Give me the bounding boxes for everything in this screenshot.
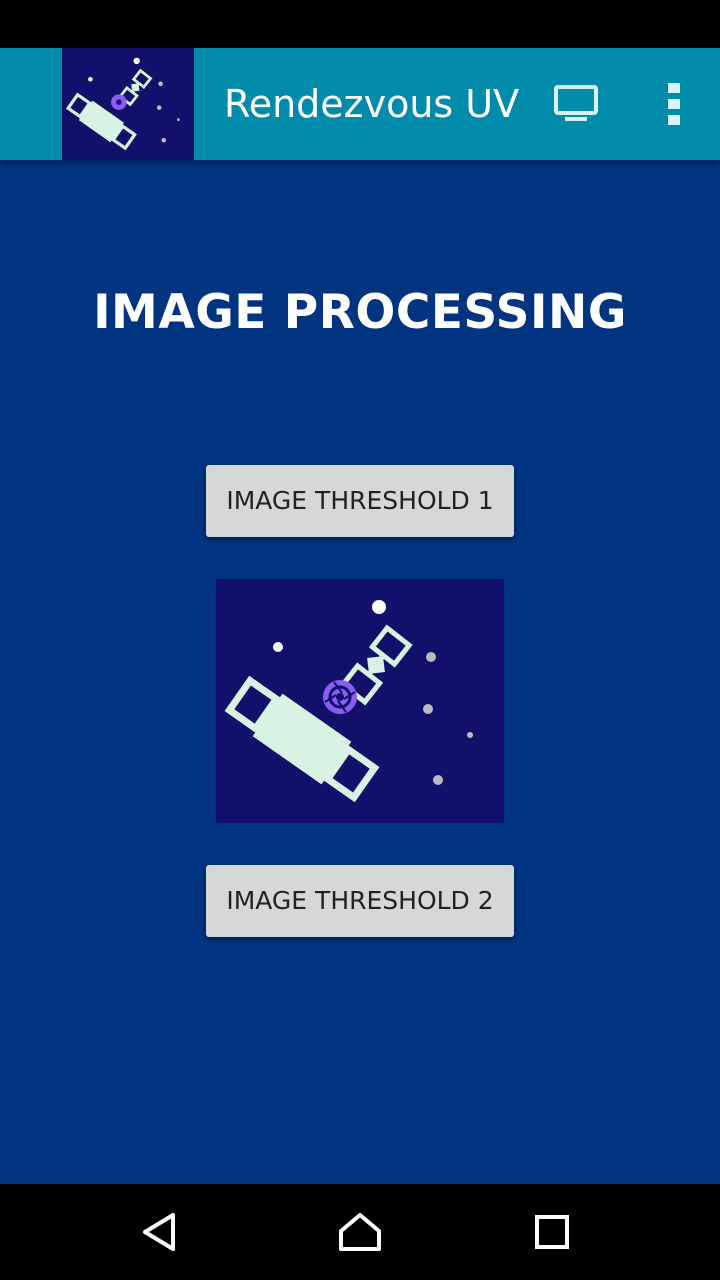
satellite-logo-icon [62,48,194,160]
overflow-menu-icon[interactable] [646,76,702,132]
image-threshold-2-button[interactable]: IMAGE THRESHOLD 2 [206,865,514,937]
app-title: Rendezvous UV [224,82,520,126]
satellites-illustration [216,579,504,823]
recents-square-icon[interactable] [524,1204,580,1260]
cast-screen-icon[interactable] [548,76,604,132]
home-icon[interactable] [332,1204,388,1260]
back-triangle-icon[interactable] [132,1204,188,1260]
app-screen: Rendezvous UV IMAGE PROCESSING IMAGE THR… [0,0,720,1280]
app-bar: Rendezvous UV [0,48,720,160]
image-threshold-1-button[interactable]: IMAGE THRESHOLD 1 [206,465,514,537]
navigation-bar [0,1184,720,1280]
status-bar [0,0,720,48]
page-heading: IMAGE PROCESSING [93,285,627,340]
main-content: IMAGE PROCESSING IMAGE THRESHOLD 1 IMAGE… [0,160,720,1184]
